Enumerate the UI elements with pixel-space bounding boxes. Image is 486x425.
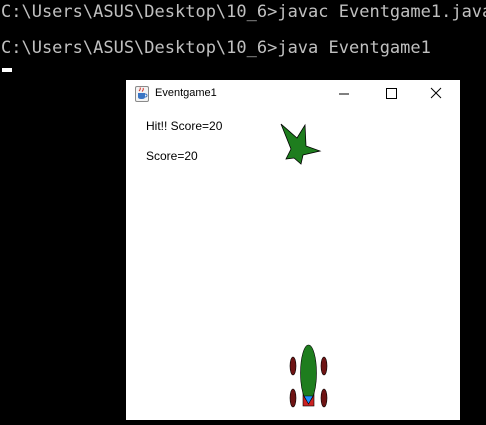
close-button[interactable] (414, 80, 460, 108)
window-title: Eventgame1 (155, 87, 217, 99)
ship-wheel-front-left (289, 356, 297, 376)
player-ship (289, 344, 328, 408)
maximize-icon (386, 88, 397, 99)
java-app-icon[interactable] (135, 86, 149, 102)
console-line-java: C:\Users\ASUS\Desktop\10_6>java Eventgam… (1, 38, 431, 58)
console-cursor (2, 68, 12, 72)
java-cup-icon (138, 87, 148, 99)
maximize-button[interactable] (368, 80, 414, 108)
game-sprites (280, 123, 328, 408)
close-icon (430, 87, 442, 99)
title-bar[interactable]: Eventgame1 (126, 80, 460, 108)
minimize-button[interactable] (322, 80, 368, 108)
ship-body (300, 344, 317, 402)
game-window[interactable]: Eventgame1 Hit!! Score=20 Score=20 (126, 80, 460, 420)
ship-wheel-rear-left (289, 388, 297, 408)
ship-wheel-front-right (320, 356, 328, 376)
game-canvas[interactable]: Hit!! Score=20 Score=20 (126, 108, 460, 420)
target-star (280, 123, 322, 165)
minimize-icon (339, 93, 349, 95)
ship-wheel-rear-right (320, 388, 328, 408)
console-line-javac: C:\Users\ASUS\Desktop\10_6>javac Eventga… (1, 2, 486, 22)
